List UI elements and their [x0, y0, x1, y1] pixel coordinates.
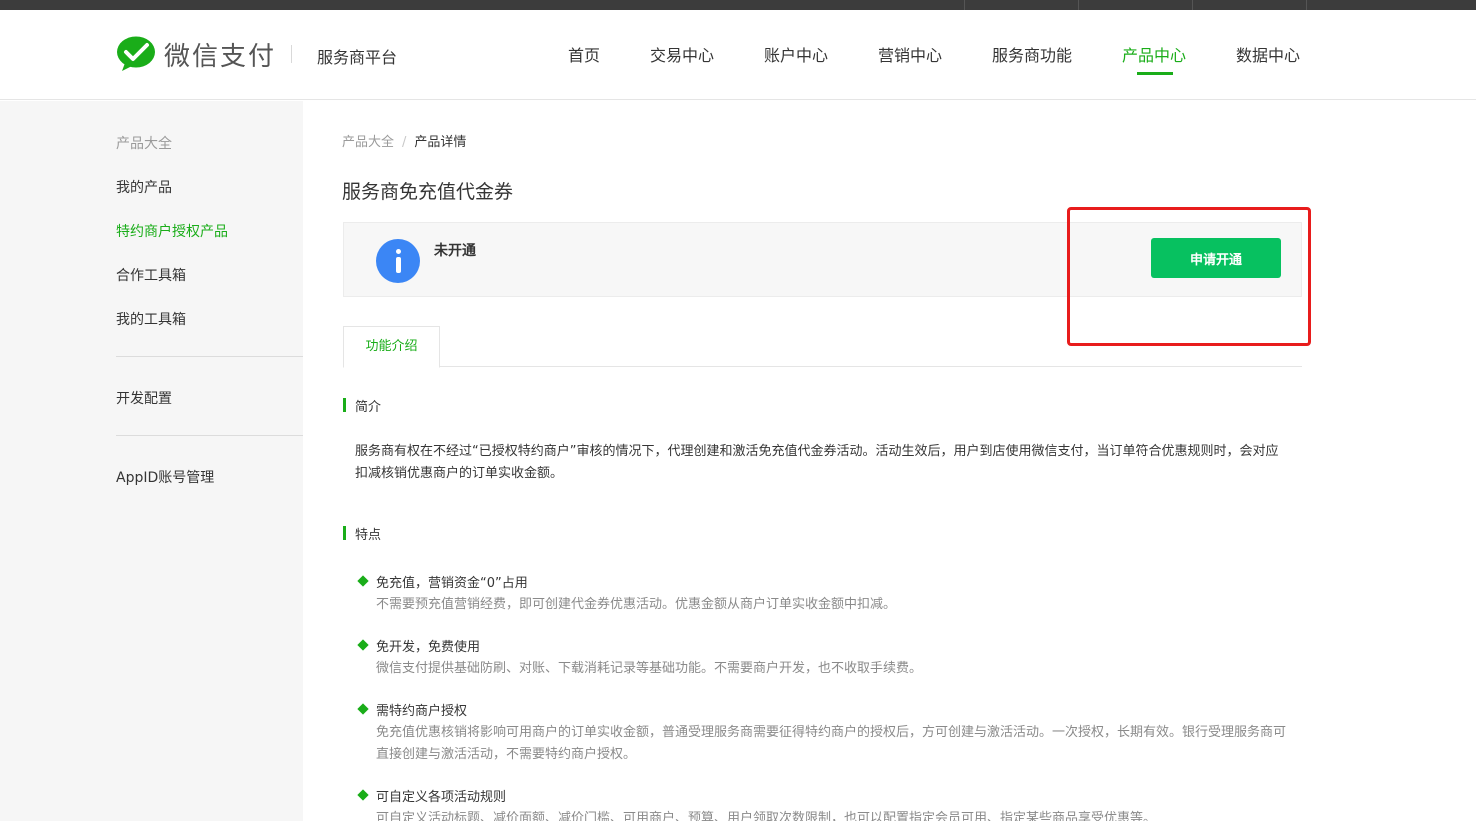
sidebar-item-cooperation-toolbox[interactable]: 合作工具箱	[116, 265, 186, 285]
header-divider	[291, 45, 292, 63]
intro-text: 服务商有权在不经过“已授权特约商户”审核的情况下，代理创建和激活免充值代金券活动…	[355, 444, 1279, 481]
nav-marketing[interactable]: 营销中心	[878, 42, 942, 66]
diamond-bullet-icon	[357, 639, 369, 651]
feature-desc: 免充值优惠核销将影响可用商户的订单实收金额，普通受理服务商需要征得特约商户的授权…	[376, 725, 1287, 762]
site-header: 微信支付 服务商平台 首页 交易中心 账户中心 营销中心 服务商功能 产品中心 …	[0, 10, 1476, 100]
feature-desc: 微信支付提供基础防刷、对账、下载消耗记录等基础功能。不需要商户开发，也不收取手续…	[376, 661, 923, 676]
platform-name: 服务商平台	[317, 48, 398, 67]
breadcrumb-parent[interactable]: 产品大全	[342, 135, 394, 150]
features-heading: 特点	[343, 524, 381, 543]
wechat-pay-icon	[117, 36, 155, 71]
wechat-pay-logo[interactable]: 微信支付	[116, 36, 276, 72]
top-bar	[0, 0, 1476, 10]
highlight-annotation-box	[1067, 207, 1311, 346]
nav-account[interactable]: 账户中心	[764, 42, 828, 66]
sidebar-item-my-products[interactable]: 我的产品	[116, 177, 172, 197]
sidebar-item-authorized-products[interactable]: 特约商户授权产品	[116, 221, 228, 241]
top-bar-divider	[1192, 0, 1193, 10]
breadcrumb-separator: /	[402, 135, 407, 150]
feature-title: 免开发，免费使用	[376, 640, 481, 655]
diamond-bullet-icon	[357, 575, 369, 587]
sidebar-item-dev-config[interactable]: 开发配置	[116, 388, 172, 408]
sidebar-item-my-toolbox[interactable]: 我的工具箱	[116, 309, 186, 329]
top-bar-divider	[964, 0, 965, 10]
top-bar-divider	[1306, 0, 1307, 10]
feature-title: 可自定义各项活动规则	[376, 790, 507, 805]
breadcrumb-current: 产品详情	[414, 135, 467, 150]
status-text: 未开通	[434, 243, 476, 259]
feature-title: 免充值，营销资金“0”占用	[376, 576, 528, 591]
sidebar-divider	[116, 356, 303, 357]
feature-desc: 不需要预充值营销经费，即可创建代金券优惠活动。优惠金额从商户订单实收金额中扣减。	[376, 597, 897, 612]
breadcrumb: 产品大全 / 产品详情	[342, 131, 466, 150]
nav-active-indicator	[1137, 72, 1173, 75]
nav-data[interactable]: 数据中心	[1236, 42, 1300, 66]
nav-provider-functions[interactable]: 服务商功能	[992, 42, 1072, 66]
sidebar-group-title: 产品大全	[116, 136, 172, 152]
feature-desc: 可自定义活动标题、减价面额、减价门槛、可用商户、预算、用户领取次数限制，也可以配…	[376, 811, 1157, 821]
intro-heading: 简介	[343, 396, 381, 415]
nav-home[interactable]: 首页	[568, 42, 600, 66]
nav-transactions[interactable]: 交易中心	[650, 42, 714, 66]
sidebar-divider	[116, 435, 303, 436]
diamond-bullet-icon	[357, 789, 369, 801]
top-bar-divider	[1078, 0, 1079, 10]
diamond-bullet-icon	[357, 703, 369, 715]
brand-name: 微信支付	[164, 41, 277, 72]
info-icon	[376, 239, 420, 283]
tab-feature-intro[interactable]: 功能介绍	[343, 326, 440, 368]
sidebar: 产品大全 我的产品 特约商户授权产品 合作工具箱 我的工具箱 开发配置 AppI…	[0, 101, 303, 821]
sidebar-item-appid[interactable]: AppID账号管理	[116, 467, 214, 487]
page-title: 服务商免充值代金券	[342, 181, 514, 203]
feature-title: 需特约商户授权	[376, 704, 468, 719]
nav-products[interactable]: 产品中心	[1122, 42, 1186, 66]
